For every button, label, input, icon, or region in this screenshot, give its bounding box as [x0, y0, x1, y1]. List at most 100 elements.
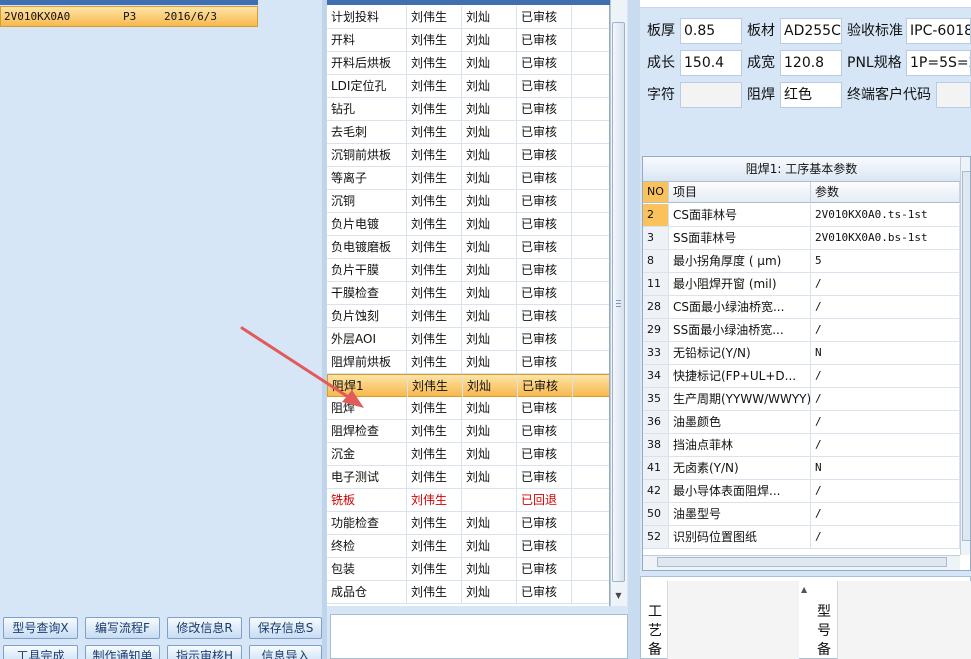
param-value[interactable]: 5: [811, 250, 960, 272]
param-row[interactable]: 2 CS面菲林号 2V010KX0A0.ts-1st: [643, 204, 960, 227]
model-query-button[interactable]: 型号查询X: [3, 617, 78, 639]
process-row[interactable]: 包装 刘伟生 刘灿 已审核: [327, 558, 609, 581]
process-row[interactable]: 电子测试 刘伟生 刘灿 已审核: [327, 466, 609, 489]
params-horizontal-scroll-thumb[interactable]: [657, 557, 947, 567]
param-row[interactable]: 8 最小拐角厚度 ( μm) 5: [643, 250, 960, 273]
process-row[interactable]: 去毛刺 刘伟生 刘灿 已审核: [327, 121, 609, 144]
param-value[interactable]: N: [811, 457, 960, 479]
pnl-field[interactable]: 1P=5S=2: [906, 50, 971, 76]
tool-complete-button[interactable]: 工具完成: [3, 645, 78, 659]
process-row[interactable]: 阻焊 刘伟生 刘灿 已审核: [327, 397, 609, 420]
param-row[interactable]: 38 挡油点菲林 /: [643, 434, 960, 457]
param-row[interactable]: 33 无铅标记(Y/N) N: [643, 342, 960, 365]
process-row[interactable]: 负电镀磨板 刘伟生 刘灿 已审核: [327, 236, 609, 259]
material-field[interactable]: AD255C: [780, 18, 842, 44]
param-row[interactable]: 50 油墨型号 /: [643, 503, 960, 526]
process-row[interactable]: 功能检查 刘伟生 刘灿 已审核: [327, 512, 609, 535]
customer-code-field[interactable]: [936, 82, 971, 108]
process-row[interactable]: 阻焊1 刘伟生 刘灿 已审核: [327, 374, 609, 397]
process-row[interactable]: 负片电镀 刘伟生 刘灿 已审核: [327, 213, 609, 236]
memo-scroll-up-icon[interactable]: ▲: [801, 585, 807, 594]
process-row[interactable]: 开料后烘板 刘伟生 刘灿 已审核: [327, 52, 609, 75]
process-reviewer: 刘灿: [463, 375, 518, 397]
process-note-box[interactable]: [330, 614, 628, 659]
process-row[interactable]: 干膜检查 刘伟生 刘灿 已审核: [327, 282, 609, 305]
param-no: 33: [643, 342, 669, 364]
process-row[interactable]: 沉铜前烘板 刘伟生 刘灿 已审核: [327, 144, 609, 167]
param-value[interactable]: /: [811, 503, 960, 525]
param-value[interactable]: 2V010KX0A0.ts-1st: [811, 204, 960, 226]
param-row[interactable]: 42 最小导体表面阻焊... /: [643, 480, 960, 503]
process-status: 已审核: [517, 121, 572, 143]
process-name: 沉金: [327, 443, 407, 465]
save-info-button[interactable]: 保存信息S: [249, 617, 322, 639]
param-row[interactable]: 28 CS面最小绿油桥宽... /: [643, 296, 960, 319]
process-name: 功能检查: [327, 512, 407, 534]
param-value[interactable]: 2V010KX0A0.bs-1st: [811, 227, 960, 249]
process-row[interactable]: 成品仓 刘伟生 刘灿 已审核: [327, 581, 609, 604]
process-list-scroll-thumb[interactable]: [612, 22, 625, 582]
param-row[interactable]: 34 快捷标记(FP+UL+D... /: [643, 365, 960, 388]
process-row[interactable]: 终检 刘伟生 刘灿 已审核: [327, 535, 609, 558]
param-value[interactable]: N: [811, 342, 960, 364]
process-row[interactable]: 计划投料 刘伟生 刘灿 已审核: [327, 6, 609, 29]
process-row[interactable]: 外层AOI 刘伟生 刘灿 已审核: [327, 328, 609, 351]
process-row[interactable]: LDI定位孔 刘伟生 刘灿 已审核: [327, 75, 609, 98]
param-row[interactable]: 36 油墨颜色 /: [643, 411, 960, 434]
write-flow-button[interactable]: 编写流程F: [85, 617, 160, 639]
param-value[interactable]: /: [811, 273, 960, 295]
process-row[interactable]: 阻焊前烘板 刘伟生 刘灿 已审核: [327, 351, 609, 374]
width-field[interactable]: 120.8: [780, 50, 842, 76]
process-extra: [572, 167, 609, 189]
process-params-grid: 阻焊1: 工序基本参数 NO 项目 参数 2 CS面菲林号 2V010KX0A0.t…: [642, 156, 971, 571]
pane-splitter-right[interactable]: [628, 0, 640, 659]
process-row[interactable]: 负片干膜 刘伟生 刘灿 已审核: [327, 259, 609, 282]
process-extra: [572, 190, 609, 212]
col-value[interactable]: 参数: [811, 182, 960, 202]
param-row[interactable]: 29 SS面最小绿油桥宽... /: [643, 319, 960, 342]
process-row[interactable]: 钻孔 刘伟生 刘灿 已审核: [327, 98, 609, 121]
scroll-down-arrow-icon[interactable]: ▼: [612, 589, 625, 603]
process-reviewer: 刘灿: [462, 144, 517, 166]
param-value[interactable]: /: [811, 296, 960, 318]
model-memo-field[interactable]: [837, 581, 971, 659]
param-row[interactable]: 52 识别码位置图纸 /: [643, 526, 960, 549]
model-list-pane: [0, 0, 322, 606]
param-value[interactable]: /: [811, 526, 960, 548]
param-row[interactable]: 11 最小阻焊开窗 (mil) /: [643, 273, 960, 296]
char-field[interactable]: [680, 82, 742, 108]
review-instruction-button[interactable]: 指示审核H: [167, 645, 242, 659]
process-row[interactable]: 铣板 刘伟生 已回退: [327, 489, 609, 512]
param-no: 38: [643, 434, 669, 456]
board-thickness-field[interactable]: 0.85: [680, 18, 742, 44]
col-no[interactable]: NO: [643, 182, 669, 202]
length-field[interactable]: 150.4: [680, 50, 742, 76]
param-row[interactable]: 35 生产周期(YYWW/WWYY) /: [643, 388, 960, 411]
standard-field[interactable]: IPC-6018: [906, 18, 971, 44]
param-value[interactable]: /: [811, 319, 960, 341]
process-row[interactable]: 阻焊检查 刘伟生 刘灿 已审核: [327, 420, 609, 443]
param-value[interactable]: /: [811, 480, 960, 502]
param-row[interactable]: 3 SS面菲林号 2V010KX0A0.bs-1st: [643, 227, 960, 250]
process-row[interactable]: 沉金 刘伟生 刘灿 已审核: [327, 443, 609, 466]
modify-info-button[interactable]: 修改信息R: [167, 617, 242, 639]
process-row[interactable]: 等离子 刘伟生 刘灿 已审核: [327, 167, 609, 190]
param-value[interactable]: /: [811, 434, 960, 456]
process-row[interactable]: 开料 刘伟生 刘灿 已审核: [327, 29, 609, 52]
mask-field[interactable]: 红色: [780, 82, 842, 108]
param-value[interactable]: /: [811, 411, 960, 433]
process-name: 钻孔: [327, 98, 407, 120]
import-info-button[interactable]: 信息导入: [249, 645, 322, 659]
col-item[interactable]: 项目: [669, 182, 811, 202]
process-name: 计划投料: [327, 6, 407, 28]
make-notice-button[interactable]: 制作通知单: [85, 645, 160, 659]
process-row[interactable]: 负片蚀刻 刘伟生 刘灿 已审核: [327, 305, 609, 328]
process-row[interactable]: 沉铜 刘伟生 刘灿 已审核: [327, 190, 609, 213]
process-memo-field[interactable]: [667, 581, 799, 659]
param-row[interactable]: 41 无卤素(Y/N) N: [643, 457, 960, 480]
model-list-row-selected[interactable]: 2V010KX0A0 P3 2016/6/3: [0, 6, 258, 27]
params-vertical-scroll-thumb[interactable]: [962, 171, 970, 541]
param-no: 8: [643, 250, 669, 272]
param-value[interactable]: /: [811, 365, 960, 387]
param-value[interactable]: /: [811, 388, 960, 410]
